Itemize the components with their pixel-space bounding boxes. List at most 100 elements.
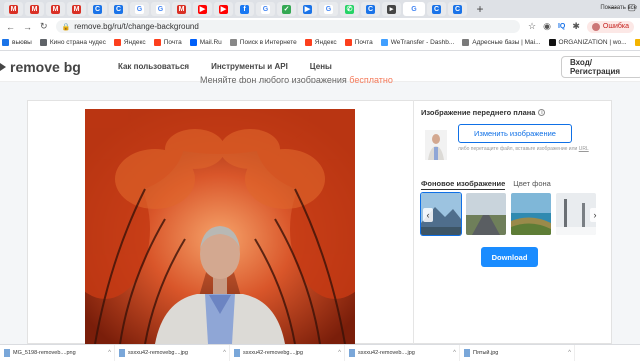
nav-how-to-use[interactable]: Как пользоваться (118, 62, 189, 71)
browser-tab[interactable]: ✓ (277, 2, 296, 16)
browser-tab[interactable]: ▶ (298, 2, 317, 16)
browser-tab-strip: M M M M C C G G M ▶ ▶ f G ✓ ▶ G ✆ C ▸ G C C + (0, 0, 640, 18)
chevron-up-icon[interactable]: ^ (338, 350, 341, 356)
download-item[interactable]: MG_5198-removeb....png ^ (0, 344, 115, 361)
chevron-up-icon[interactable]: ^ (453, 350, 456, 356)
thumbs-prev-arrow-icon[interactable]: ‹ (423, 208, 433, 222)
file-icon (119, 348, 125, 357)
background-thumb-3[interactable] (511, 193, 551, 235)
foreground-thumb-image (428, 134, 444, 160)
bookmark-item[interactable]: Mail.Ru (189, 39, 222, 46)
tab-favicon-icon: M (30, 4, 39, 14)
back-icon[interactable]: ← (6, 22, 15, 32)
tab-favicon-icon: M (51, 4, 60, 14)
tab-background-color[interactable]: Цвет фона (513, 179, 551, 190)
login-button[interactable]: Вход/Регистрация (561, 56, 640, 78)
tab-favicon-icon: ✆ (345, 4, 354, 14)
forward-icon[interactable]: → (23, 22, 32, 32)
tab-favicon-icon: C (93, 4, 102, 14)
download-button[interactable]: Download (481, 247, 538, 267)
bookmark-item[interactable]: ORGANIZATION | wo... (548, 39, 627, 46)
browser-tab[interactable]: G (256, 2, 275, 16)
file-icon (464, 348, 470, 357)
bookmark-item[interactable]: Кино страна чудес (39, 39, 106, 46)
bookmark-item[interactable]: Адресные базы | Mai... (462, 39, 541, 46)
bookmark-item[interactable]: Яндекс (113, 39, 146, 46)
show-all-downloads[interactable]: Показать все (600, 5, 637, 11)
browser-tab[interactable]: M (25, 2, 44, 16)
bookmark-label: ORGANIZATION | wo... (558, 39, 627, 46)
background-thumb-2[interactable] (466, 193, 506, 235)
browser-tab[interactable]: ▶ (214, 2, 233, 16)
foreground-title-text: Изображение переднего плана (421, 108, 536, 117)
toolbar-right: ☆ ◉ IQ ✱ Ошибка (528, 20, 634, 33)
removebg-logo[interactable]: remove bg (0, 59, 81, 75)
upload-url-link[interactable]: URL (579, 146, 589, 152)
foreground-thumbnail[interactable] (425, 130, 447, 160)
download-item[interactable]: ssxxu42-removeb....jpg ^ (345, 344, 460, 361)
downloads-bar: MG_5198-removeb....png ^ ssxxu42-removebg.… (0, 344, 640, 361)
browser-tab[interactable]: M (172, 2, 191, 16)
bookmark-favicon-icon (113, 39, 121, 46)
bookmark-item[interactable]: Другие за (634, 39, 640, 46)
puzzle-icon[interactable]: ✱ (572, 21, 580, 32)
tab-favicon-icon: G (324, 4, 333, 14)
new-tab-button[interactable]: + (473, 2, 487, 16)
chevron-up-icon[interactable]: ^ (108, 350, 111, 356)
browser-tab[interactable]: G (403, 2, 425, 16)
chevron-up-icon[interactable]: ^ (223, 350, 226, 356)
browser-tab[interactable]: M (46, 2, 65, 16)
browser-tab[interactable]: ✆ (340, 2, 359, 16)
bookmark-item[interactable]: вьювы (2, 39, 32, 46)
browser-tab[interactable]: M (67, 2, 86, 16)
bookmark-item[interactable]: Почта (344, 39, 373, 46)
browser-tab[interactable]: G (151, 2, 170, 16)
browser-tab[interactable]: C (427, 2, 446, 16)
logo-text: remove bg (10, 59, 81, 75)
tab-background-image[interactable]: Фоновое изображение (421, 179, 506, 190)
result-image[interactable] (85, 109, 355, 344)
info-icon[interactable]: i (538, 109, 546, 116)
change-image-button[interactable]: Изменить изображение (458, 124, 572, 143)
download-item[interactable]: ssxxu42-removebg....jpg ^ (115, 344, 230, 361)
download-item[interactable]: Пятый.jpg ^ (460, 344, 575, 361)
thumbs-next-arrow-icon[interactable]: › (590, 208, 600, 222)
star-icon[interactable]: ☆ (528, 21, 536, 32)
bookmark-favicon-icon (189, 39, 197, 46)
bookmark-label: Mail.Ru (199, 39, 222, 46)
browser-tab[interactable]: C (109, 2, 128, 16)
browser-tab[interactable]: ▶ (193, 2, 212, 16)
browser-tab[interactable]: G (130, 2, 149, 16)
url-text: remove.bg/ru/t/change-background (74, 22, 199, 31)
tab-favicon-icon: C (114, 4, 123, 14)
bookmark-item[interactable]: WeTransfer - Dashb... (380, 39, 454, 46)
bookmark-favicon-icon (2, 39, 9, 46)
browser-tab[interactable]: G (319, 2, 338, 16)
browser-tab[interactable]: C (88, 2, 107, 16)
iq-icon[interactable]: IQ (558, 23, 565, 30)
download-item[interactable]: ssxxu42-removebg....jpg ^ (230, 344, 345, 361)
bookmark-item[interactable]: Почта (153, 39, 182, 46)
profile-chip[interactable]: Ошибка (586, 20, 634, 33)
nav-pricing[interactable]: Цены (310, 62, 332, 71)
extension-icon[interactable]: ◉ (543, 21, 551, 32)
browser-tab[interactable]: C (448, 2, 467, 16)
browser-tab[interactable]: f (235, 2, 254, 16)
browser-tab[interactable]: C (361, 2, 380, 16)
bookmark-item[interactable]: Яндекс (304, 39, 337, 46)
download-filename: ssxxu42-removeb....jpg (358, 349, 415, 356)
bookmark-favicon-icon (39, 39, 47, 46)
url-field[interactable]: 🔒 remove.bg/ru/t/change-background (55, 20, 521, 33)
reload-icon[interactable]: ↻ (40, 21, 48, 32)
browser-tab[interactable]: ▸ (382, 2, 401, 16)
bookmark-favicon-icon (344, 39, 352, 46)
page-heading: Меняйте фон любого изображения бесплатно (200, 75, 393, 83)
bookmark-label: Адресные базы | Mai... (472, 39, 541, 46)
chevron-up-icon[interactable]: ^ (568, 350, 571, 356)
bookmark-item[interactable]: Поиск в Интернете (229, 39, 297, 46)
bookmark-favicon-icon (153, 39, 161, 46)
tab-favicon-icon: C (453, 4, 462, 14)
browser-tab[interactable]: M (4, 2, 23, 16)
nav-tools-api[interactable]: Инструменты и API (211, 62, 288, 71)
thumb-road-image (466, 193, 506, 235)
